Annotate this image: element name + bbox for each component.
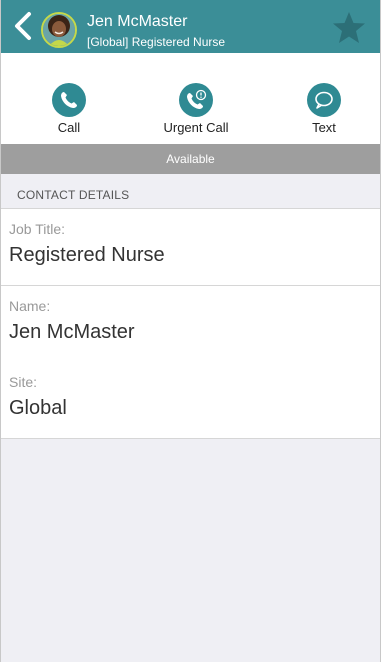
contact-details-header: CONTACT DETAILS [1,174,380,209]
site-value: Global [9,397,67,419]
detail-row-job-title: Job Title: Registered Nurse [1,209,380,286]
urgent-call-icon-circle [179,83,213,117]
urgent-call-button[interactable]: Urgent Call [151,83,241,141]
detail-row-site: Site: Global [1,362,380,439]
back-button[interactable] [7,8,39,44]
text-label: Text [312,120,336,135]
avatar [41,12,77,48]
name-label: Name: [9,298,51,314]
site-label: Site: [9,374,38,390]
chevron-left-icon [15,12,31,40]
text-icon-circle [307,83,341,117]
contact-name-title: Jen McMaster [87,13,188,30]
urgent-call-label: Urgent Call [163,120,229,135]
job-title-label: Job Title: [9,221,66,237]
call-button[interactable]: Call [24,83,114,141]
header-bar: Jen McMaster [Global] Registered Nurse [1,0,380,53]
action-bar: Call Urgent Call Text [1,53,380,144]
call-icon-circle [52,83,86,117]
phone-icon [61,92,77,108]
contact-details-heading: CONTACT DETAILS [17,188,130,202]
contact-subtitle: [Global] Registered Nurse [87,35,226,49]
availability-status: Available [1,144,380,174]
chat-bubble-icon [315,91,333,109]
job-title-value: Registered Nurse [9,244,165,266]
avatar-photo [43,14,75,46]
star-icon [333,12,365,43]
contact-screen: Jen McMaster [Global] Registered Nurse C… [0,0,381,662]
call-label: Call [57,120,81,135]
detail-row-name: Name: Jen McMaster [1,286,380,363]
favorite-button[interactable] [332,11,366,45]
urgent-phone-icon [187,89,207,109]
name-value: Jen McMaster [9,321,135,343]
text-button[interactable]: Text [279,83,369,141]
